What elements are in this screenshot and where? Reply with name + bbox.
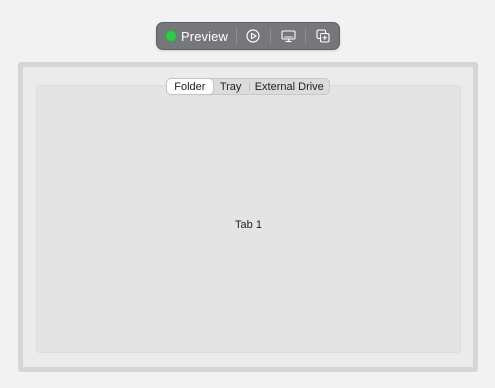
tab-content-label: Tab 1	[235, 219, 262, 231]
live-status-icon	[165, 30, 177, 42]
preview-label: Preview	[181, 28, 228, 44]
device-icon	[280, 29, 296, 42]
duplicate-preview-button[interactable]	[310, 25, 336, 47]
toolbar-divider	[270, 28, 271, 44]
toolbar-divider	[305, 28, 306, 44]
tab-segmented-control: Folder Tray External Drive	[166, 78, 330, 95]
preview-stage: Preview Tab 1 Folder Tray External Drive	[0, 0, 495, 388]
play-icon	[246, 29, 260, 43]
duplicate-icon	[316, 29, 330, 43]
device-settings-button[interactable]	[275, 25, 301, 47]
play-button[interactable]	[240, 25, 266, 47]
tab-view-panel: Tab 1	[36, 85, 461, 353]
preview-canvas: Tab 1 Folder Tray External Drive	[18, 62, 478, 372]
toolbar-divider	[236, 28, 237, 44]
tab-tray[interactable]: Tray	[213, 79, 249, 94]
tab-folder[interactable]: Folder	[167, 79, 213, 94]
tab-external-drive[interactable]: External Drive	[250, 79, 330, 94]
preview-toolbar: Preview	[156, 22, 340, 50]
